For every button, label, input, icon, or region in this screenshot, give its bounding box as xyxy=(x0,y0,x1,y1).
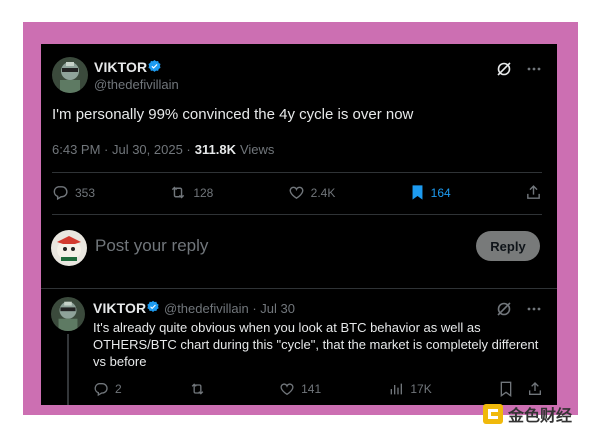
watermark-text: 金色财经 xyxy=(508,408,573,425)
heart-icon xyxy=(289,186,304,200)
reply-tweet-actions: 2 141 17K xyxy=(93,381,543,397)
more-options-icon[interactable] xyxy=(525,60,543,78)
author-handle[interactable]: @thedefivillain xyxy=(94,77,179,92)
like-count: 141 xyxy=(301,382,322,396)
reply-author-avatar[interactable] xyxy=(51,297,85,331)
bookmark-icon[interactable] xyxy=(499,381,513,397)
grok-icon[interactable] xyxy=(495,300,513,318)
divider xyxy=(41,288,557,289)
reply-action[interactable]: 353 xyxy=(52,184,95,201)
bookmark-icon xyxy=(412,185,423,200)
reply-count: 353 xyxy=(75,185,96,200)
reply-input[interactable]: Post your reply xyxy=(95,236,208,256)
bookmark-share-group xyxy=(499,381,543,397)
like-action[interactable]: 141 xyxy=(279,381,321,397)
divider xyxy=(52,172,542,173)
views-label: Views xyxy=(239,142,275,157)
reply-author-handle[interactable]: @thedefivillain · Jul 30 xyxy=(164,301,295,316)
tweet-card: VIKTOR @thedefivillain I'm personally 99… xyxy=(41,44,557,405)
reply-button[interactable]: Reply xyxy=(476,231,540,261)
share-action[interactable] xyxy=(525,184,542,201)
views-count: 17K xyxy=(410,382,432,396)
repost-icon xyxy=(191,383,204,395)
grok-icon[interactable] xyxy=(495,60,513,78)
tweet-meta: 6:43 PM · Jul 30, 2025 · 311.8K Views xyxy=(52,142,274,157)
reply-count: 2 xyxy=(115,382,122,396)
thread-line xyxy=(67,334,69,405)
analytics-icon xyxy=(391,383,403,395)
share-icon xyxy=(527,185,540,199)
reply-author-name[interactable]: VIKTOR xyxy=(93,300,146,316)
reply-action[interactable]: 2 xyxy=(93,381,122,397)
repost-action[interactable]: 128 xyxy=(169,184,213,201)
author-avatar[interactable] xyxy=(52,57,88,93)
more-options-icon[interactable] xyxy=(525,300,543,318)
tweet-actions: 353 128 2.4K 164 xyxy=(52,184,542,201)
heart-icon xyxy=(280,383,294,396)
reply-tweet-text: It's already quite obvious when you look… xyxy=(93,320,539,369)
verified-badge-icon xyxy=(146,300,160,319)
repost-icon xyxy=(172,186,185,199)
divider xyxy=(52,214,542,215)
verified-badge-icon xyxy=(147,59,162,79)
share-icon[interactable] xyxy=(527,381,543,397)
watermark: 金色财经 xyxy=(482,402,572,426)
current-user-avatar[interactable] xyxy=(51,230,87,266)
reply-icon xyxy=(53,186,68,201)
reply-icon xyxy=(94,383,108,397)
bookmark-action[interactable]: 164 xyxy=(410,184,451,201)
jinse-logo-icon xyxy=(483,404,503,424)
like-count: 2.4K xyxy=(310,185,336,200)
views-count: 311.8K xyxy=(194,142,236,157)
like-action[interactable]: 2.4K xyxy=(288,184,336,201)
repost-action[interactable] xyxy=(189,381,212,397)
repost-count: 128 xyxy=(193,185,214,200)
tweet-timestamp[interactable]: 6:43 PM · Jul 30, 2025 · xyxy=(52,142,191,157)
tweet-text: I'm personally 99% convinced the 4y cycl… xyxy=(52,106,414,123)
author-name[interactable]: VIKTOR xyxy=(94,59,147,75)
views-action[interactable]: 17K xyxy=(388,381,432,397)
bookmark-count: 164 xyxy=(430,185,451,200)
